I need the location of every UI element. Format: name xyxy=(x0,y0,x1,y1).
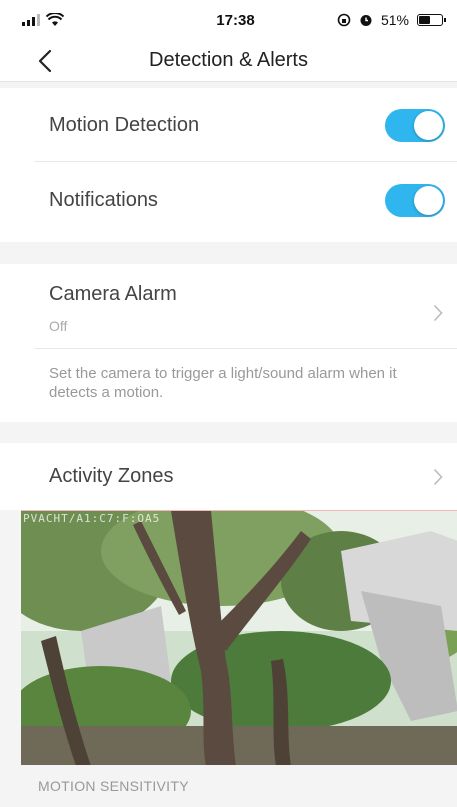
navigation-bar: Detection & Alerts xyxy=(0,40,457,82)
activity-zones-label: Activity Zones xyxy=(49,465,174,487)
camera-scene-image xyxy=(21,511,457,765)
activity-zones-card: Activity Zones xyxy=(0,443,457,510)
status-bar: 17:38 51% xyxy=(0,0,457,40)
camera-alarm-description: Set the camera to trigger a light/sound … xyxy=(49,365,397,401)
chevron-right-icon xyxy=(433,304,443,322)
camera-alarm-row[interactable]: Camera Alarm Off xyxy=(0,264,457,349)
motion-sensitivity-header: MOTION SENSITIVITY xyxy=(0,765,457,807)
camera-timestamp-overlay: PVACHT/A1:C7:F:OA5 xyxy=(23,512,161,525)
motion-detection-label: Motion Detection xyxy=(49,113,200,136)
notifications-row: Notifications xyxy=(0,162,457,238)
detection-toggles-card: Motion Detection Notifications xyxy=(0,88,457,242)
status-time: 17:38 xyxy=(216,11,255,29)
motion-detection-toggle[interactable] xyxy=(385,109,445,142)
camera-alarm-value: Off xyxy=(49,318,68,334)
camera-feed-preview[interactable]: PVACHT/A1:C7:F:OA5 xyxy=(21,510,457,765)
motion-detection-row: Motion Detection xyxy=(0,88,457,162)
chevron-right-icon xyxy=(433,468,443,486)
page-title: Detection & Alerts xyxy=(149,49,308,71)
cellular-signal-icon xyxy=(22,14,40,26)
notifications-label: Notifications xyxy=(49,188,158,211)
chevron-left-icon xyxy=(38,49,52,73)
back-button[interactable] xyxy=(38,47,62,75)
battery-percent: 51% xyxy=(380,12,409,28)
battery-icon xyxy=(417,14,446,26)
notifications-toggle[interactable] xyxy=(385,184,445,217)
camera-alarm-card: Camera Alarm Off Set the camera to trigg… xyxy=(0,264,457,422)
camera-alarm-label: Camera Alarm xyxy=(49,283,177,305)
wifi-icon xyxy=(46,13,64,26)
alarm-icon xyxy=(360,15,372,26)
rotation-lock-icon xyxy=(337,13,351,27)
activity-zones-row[interactable]: Activity Zones xyxy=(0,443,457,510)
